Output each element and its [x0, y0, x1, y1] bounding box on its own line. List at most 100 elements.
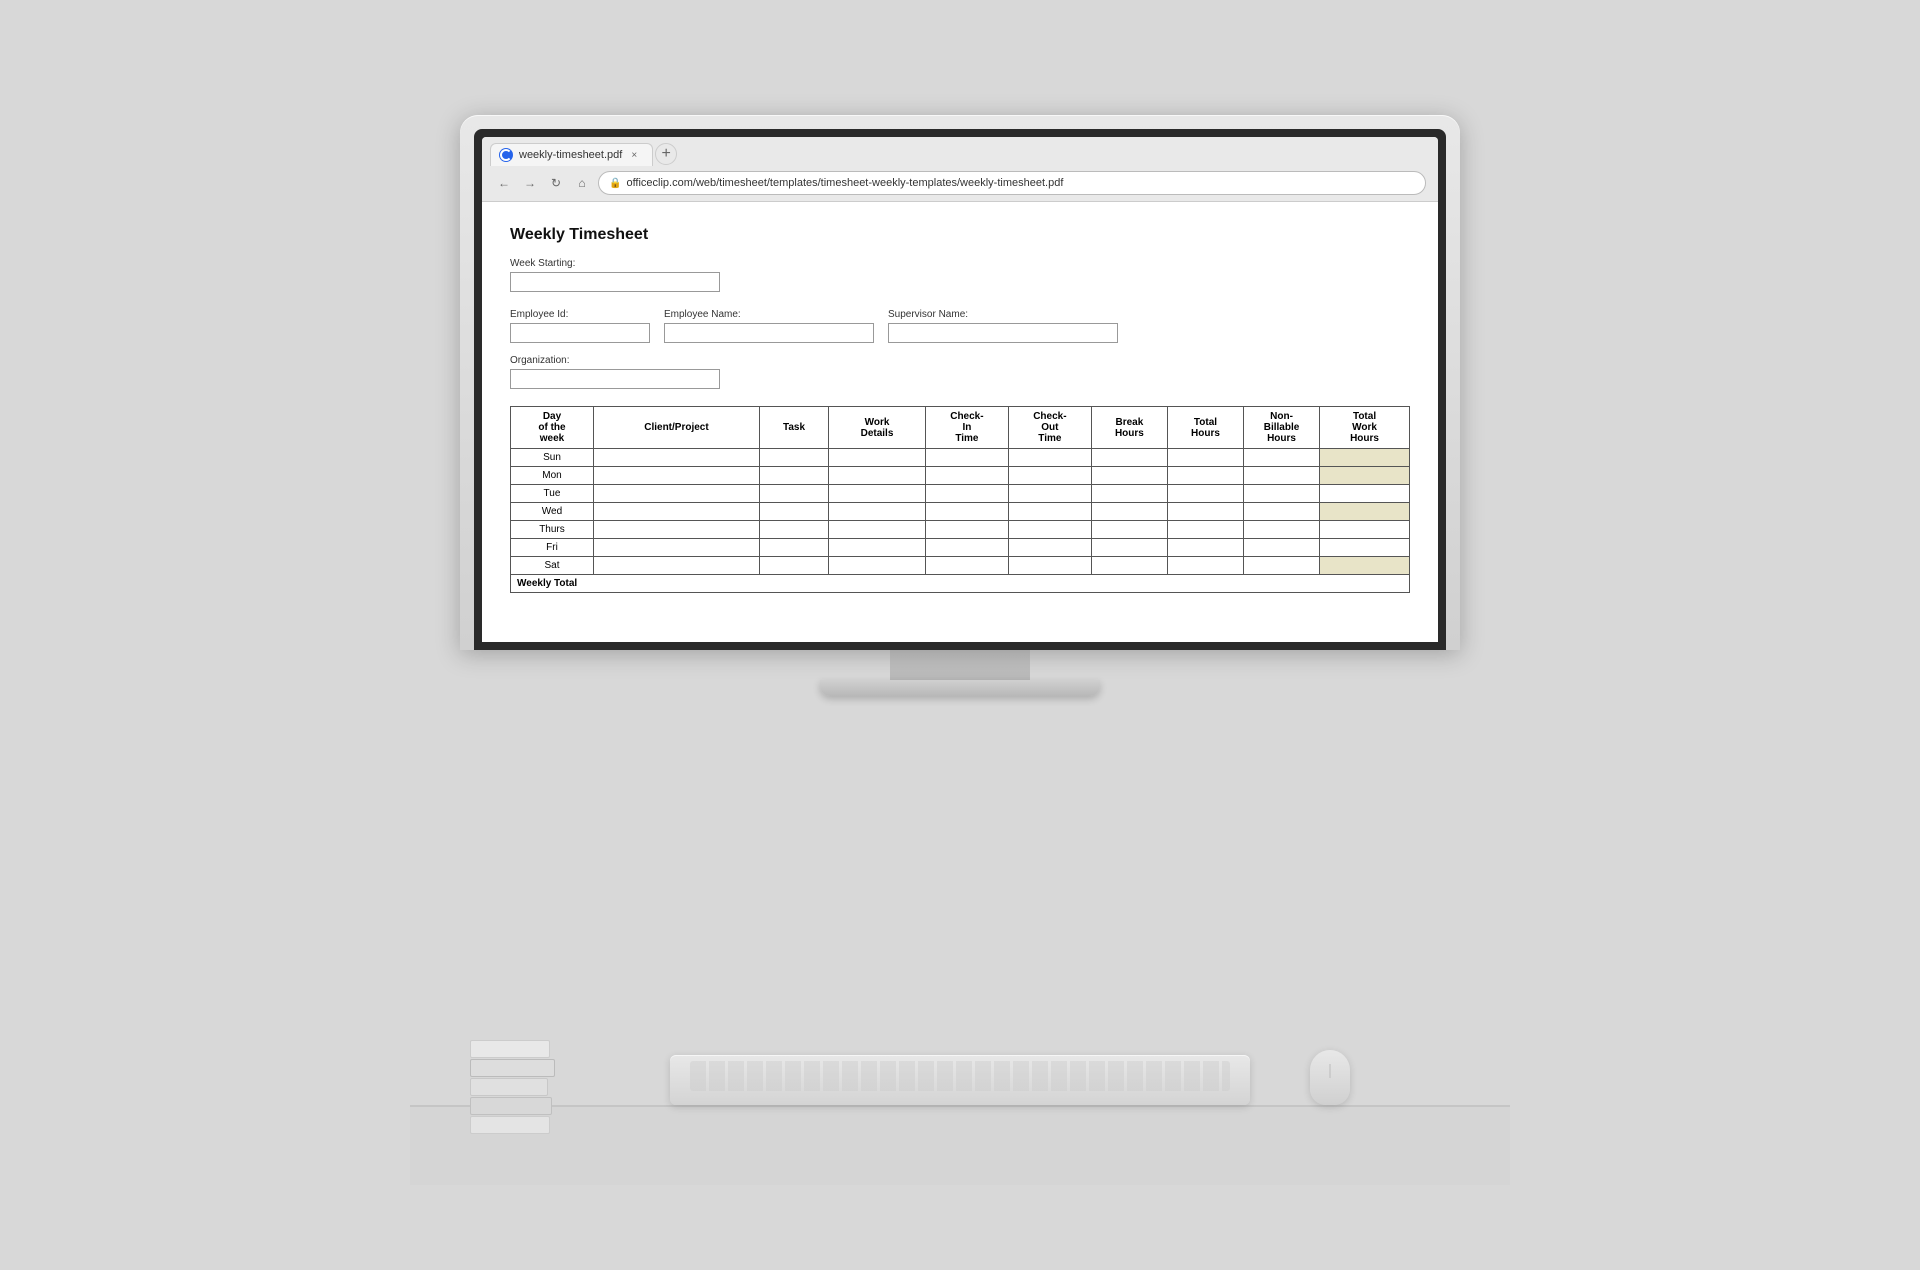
employee-name-col: Employee Name: — [664, 309, 874, 343]
browser-window: weekly-timesheet.pdf × + ← → ↻ ⌂ 🔒 — [482, 137, 1438, 642]
data-cell — [925, 485, 1008, 503]
back-btn[interactable]: ← — [494, 173, 514, 193]
data-cell — [593, 485, 759, 503]
col-header-break: BreakHours — [1091, 407, 1167, 449]
data-cell — [593, 503, 759, 521]
data-cell — [1244, 521, 1320, 539]
accessories-area — [410, 1025, 1510, 1105]
data-cell — [1008, 449, 1091, 467]
data-cell — [925, 539, 1008, 557]
tab-favicon — [499, 148, 513, 162]
col-header-non-billable: Non-BillableHours — [1244, 407, 1320, 449]
data-cell — [593, 449, 759, 467]
data-cell — [1320, 503, 1410, 521]
data-cell — [829, 485, 926, 503]
lock-icon: 🔒 — [609, 178, 621, 189]
url-text: officeclip.com/web/timesheet/templates/t… — [626, 177, 1063, 189]
col-header-project: Client/Project — [593, 407, 759, 449]
table-row: Sat — [511, 557, 1410, 575]
data-cell — [1008, 485, 1091, 503]
browser-chrome: weekly-timesheet.pdf × + ← → ↻ ⌂ 🔒 — [482, 137, 1438, 202]
organization-group: Organization: — [510, 355, 1410, 394]
data-cell — [1244, 503, 1320, 521]
new-tab-btn[interactable]: + — [655, 143, 677, 165]
monitor-shell: weekly-timesheet.pdf × + ← → ↻ ⌂ 🔒 — [460, 115, 1460, 650]
supervisor-name-col: Supervisor Name: — [888, 309, 1118, 343]
data-cell — [1167, 503, 1243, 521]
data-cell — [829, 503, 926, 521]
employee-id-col: Employee Id: — [510, 309, 650, 343]
data-cell — [1244, 449, 1320, 467]
day-cell: Mon — [511, 467, 594, 485]
employee-name-input[interactable] — [664, 323, 874, 343]
data-cell — [925, 503, 1008, 521]
data-cell — [1167, 485, 1243, 503]
data-cell — [1244, 485, 1320, 503]
day-cell: Tue — [511, 485, 594, 503]
weekly-total-row: Weekly Total — [511, 575, 1410, 593]
day-cell: Sat — [511, 557, 594, 575]
table-row: Thurs — [511, 521, 1410, 539]
employee-row: Employee Id: Employee Name: Supervisor N… — [510, 309, 1410, 343]
data-cell — [593, 557, 759, 575]
data-cell — [759, 467, 828, 485]
data-cell — [1008, 503, 1091, 521]
data-cell — [829, 467, 926, 485]
data-cell — [1091, 539, 1167, 557]
data-cell — [1091, 449, 1167, 467]
data-cell — [1091, 521, 1167, 539]
organization-label: Organization: — [510, 355, 1410, 366]
col-header-task: Task — [759, 407, 828, 449]
forward-btn[interactable]: → — [520, 173, 540, 193]
data-cell — [925, 467, 1008, 485]
table-row: Mon — [511, 467, 1410, 485]
col-header-day: Dayof theweek — [511, 407, 594, 449]
data-cell — [1091, 485, 1167, 503]
week-starting-label: Week Starting: — [510, 258, 1410, 269]
organization-input[interactable] — [510, 369, 720, 389]
col-header-total-work: TotalWorkHours — [1320, 407, 1410, 449]
refresh-btn[interactable]: ↻ — [546, 173, 566, 193]
day-cell: Fri — [511, 539, 594, 557]
monitor-area: weekly-timesheet.pdf × + ← → ↻ ⌂ 🔒 — [460, 115, 1460, 696]
tab-label: weekly-timesheet.pdf — [519, 149, 622, 161]
data-cell — [593, 521, 759, 539]
address-bar-row: ← → ↻ ⌂ 🔒 officeclip.com/web/timesheet/t… — [490, 166, 1430, 201]
data-cell — [1167, 521, 1243, 539]
data-cell — [1320, 539, 1410, 557]
col-header-work-details: WorkDetails — [829, 407, 926, 449]
data-cell — [829, 521, 926, 539]
document-title: Weekly Timesheet — [510, 226, 1410, 244]
timesheet-table: Dayof theweek Client/Project Task WorkDe… — [510, 406, 1410, 593]
desk-surface — [410, 1105, 1510, 1185]
screen-bezel: weekly-timesheet.pdf × + ← → ↻ ⌂ 🔒 — [474, 129, 1446, 650]
address-bar[interactable]: 🔒 officeclip.com/web/timesheet/templates… — [598, 171, 1426, 195]
data-cell — [759, 485, 828, 503]
data-cell — [1008, 521, 1091, 539]
data-cell — [1167, 467, 1243, 485]
mouse — [1310, 1050, 1350, 1105]
data-cell — [759, 521, 828, 539]
home-btn[interactable]: ⌂ — [572, 173, 592, 193]
active-tab[interactable]: weekly-timesheet.pdf × — [490, 143, 653, 166]
data-cell — [829, 449, 926, 467]
week-starting-input[interactable] — [510, 272, 720, 292]
data-cell — [1008, 557, 1091, 575]
data-cell — [1244, 467, 1320, 485]
employee-id-label: Employee Id: — [510, 309, 650, 320]
data-cell — [1091, 503, 1167, 521]
scene: weekly-timesheet.pdf × + ← → ↻ ⌂ 🔒 — [410, 85, 1510, 1185]
supervisor-name-input[interactable] — [888, 323, 1118, 343]
table-row: Sun — [511, 449, 1410, 467]
table-row: Fri — [511, 539, 1410, 557]
data-cell — [1320, 485, 1410, 503]
employee-id-input[interactable] — [510, 323, 650, 343]
data-cell — [925, 449, 1008, 467]
tab-close-btn[interactable]: × — [628, 149, 640, 162]
monitor-neck — [890, 650, 1030, 680]
day-cell: Wed — [511, 503, 594, 521]
table-row: Tue — [511, 485, 1410, 503]
data-cell — [759, 539, 828, 557]
employee-name-label: Employee Name: — [664, 309, 874, 320]
col-header-checkin: Check-InTime — [925, 407, 1008, 449]
